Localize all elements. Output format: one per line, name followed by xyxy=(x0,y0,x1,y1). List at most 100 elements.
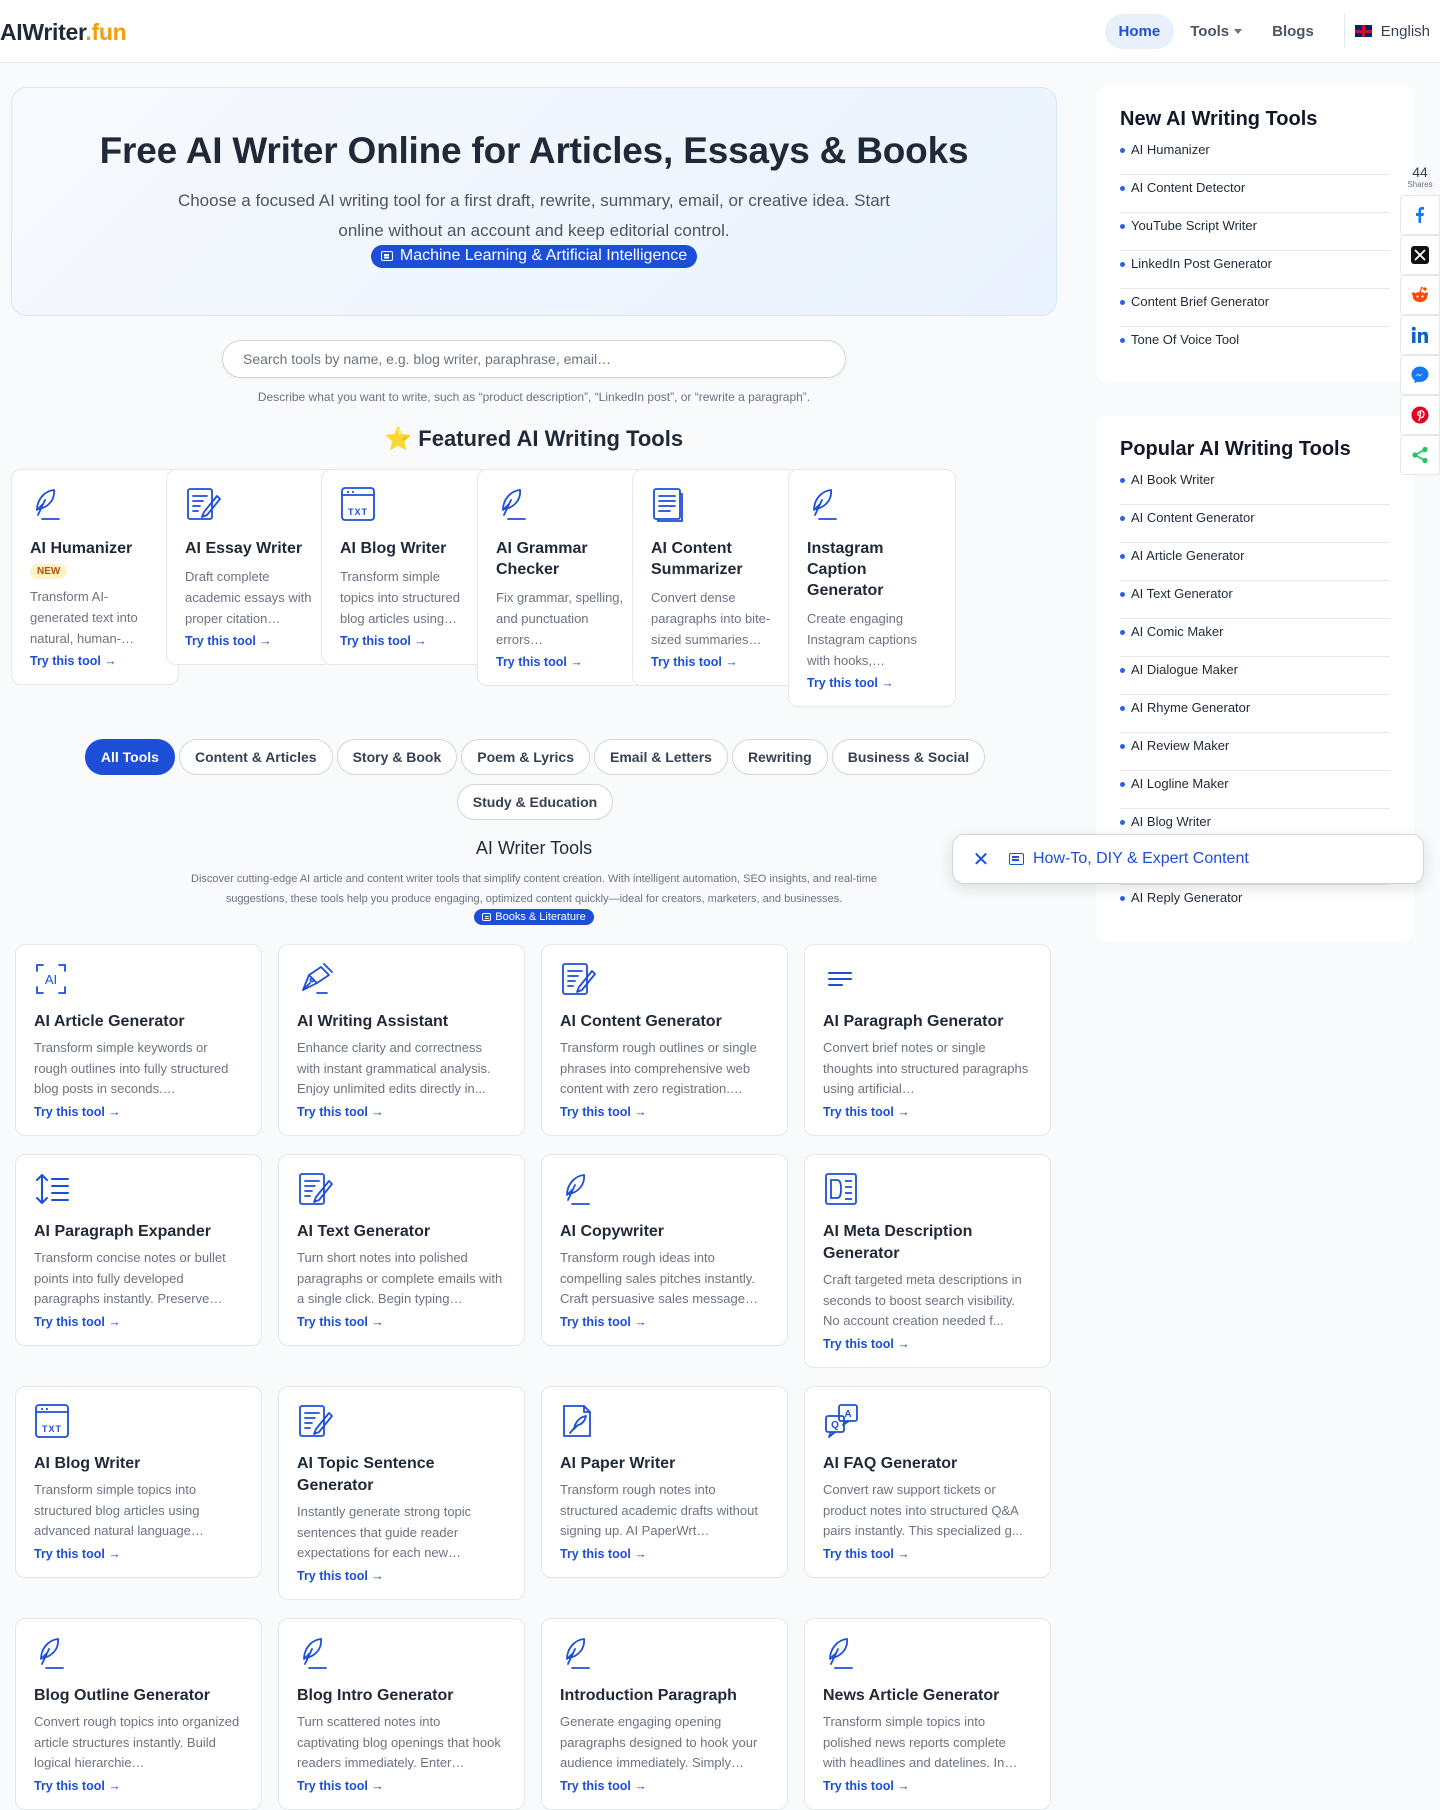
section-category-pill[interactable]: Books & Literature xyxy=(474,909,594,925)
filter-chip[interactable]: Email & Letters xyxy=(594,739,728,775)
try-tool-link[interactable]: Try this tool → xyxy=(807,676,937,690)
try-tool-link[interactable]: Try this tool → xyxy=(185,634,315,648)
try-tool-link[interactable]: Try this tool → xyxy=(340,634,470,648)
filter-chip[interactable]: Poem & Lyrics xyxy=(461,739,590,775)
quill-icon xyxy=(34,1635,243,1675)
language-selector[interactable]: English xyxy=(1354,23,1440,40)
nav-blogs[interactable]: Blogs xyxy=(1258,14,1328,49)
try-tool-link[interactable]: Try this tool → xyxy=(34,1105,243,1119)
tool-card[interactable]: A Q AI FAQ Generator Convert raw support ti… xyxy=(804,1386,1051,1578)
pinterest-icon[interactable] xyxy=(1400,395,1440,435)
try-tool-link[interactable]: Try this tool → xyxy=(496,655,626,669)
tool-card-title: AI Writing Assistant xyxy=(297,1013,449,1030)
tool-card[interactable]: AI Paper Writer Transform rough notes int… xyxy=(541,1386,788,1578)
tool-card[interactable]: Introduction Paragraph Generate engaging … xyxy=(541,1618,788,1810)
try-tool-link[interactable]: Try this tool → xyxy=(560,1105,769,1119)
nav-tools[interactable]: Tools xyxy=(1176,14,1256,49)
tool-card-description: Transform simple keywords or rough outli… xyxy=(34,1040,229,1096)
featured-card[interactable]: AI Humanizer NEW Transform AI-generated te… xyxy=(11,469,179,685)
tool-card-description: Instantly generate strong topic sentence… xyxy=(297,1504,472,1560)
facebook-icon[interactable] xyxy=(1400,195,1440,235)
filter-chip[interactable]: Rewriting xyxy=(731,739,828,775)
popular-tools-title: Popular AI Writing Tools xyxy=(1120,438,1351,460)
try-tool-link[interactable]: Try this tool → xyxy=(30,654,160,668)
nav-divider xyxy=(1343,14,1345,48)
sidebar-tool-link[interactable]: AI Humanizer xyxy=(1120,137,1390,175)
sidebar-tool-link[interactable]: AI Content Generator xyxy=(1120,505,1390,543)
chevron-down-icon xyxy=(1234,29,1243,35)
featured-card[interactable]: AI Grammar Checker Fix grammar, spelling,… xyxy=(477,469,645,686)
try-tool-link[interactable]: Try this tool → xyxy=(823,1779,1032,1793)
sidebar-tool-link[interactable]: Tone Of Voice Tool xyxy=(1120,327,1390,365)
sidebar-tool-link[interactable]: AI Reply Generator xyxy=(1120,885,1390,923)
sidebar-tool-link[interactable]: LinkedIn Post Generator xyxy=(1120,251,1390,289)
try-tool-link[interactable]: Try this tool → xyxy=(297,1105,506,1119)
reddit-icon[interactable] xyxy=(1400,275,1440,315)
filter-chip[interactable]: Story & Book xyxy=(336,739,458,775)
sidebar-tool-link[interactable]: AI Logline Maker xyxy=(1120,771,1390,809)
search-input[interactable] xyxy=(222,340,846,378)
try-tool-link[interactable]: Try this tool → xyxy=(823,1105,1032,1119)
tool-card[interactable]: AI Copywriter Transform rough ideas into … xyxy=(541,1154,788,1346)
featured-tools-carousel[interactable]: AI Humanizer NEW Transform AI-generated te… xyxy=(11,469,1057,709)
featured-card[interactable]: AI Content Summarizer Convert dense parag… xyxy=(632,469,800,686)
sidebar-tool-link[interactable]: AI Review Maker xyxy=(1120,733,1390,771)
sidebar-tool-link[interactable]: YouTube Script Writer xyxy=(1120,213,1390,251)
sidebar-tool-link[interactable]: Content Brief Generator xyxy=(1120,289,1390,327)
tool-card[interactable]: AI Meta Description Generator Craft targe… xyxy=(804,1154,1051,1368)
sidebar-tool-link[interactable]: AI Article Generator xyxy=(1120,543,1390,581)
sidebar-tool-link[interactable]: AI Content Detector xyxy=(1120,175,1390,213)
tool-card[interactable]: News Article Generator Transform simple t… xyxy=(804,1618,1051,1810)
sidebar-tool-link[interactable]: AI Book Writer xyxy=(1120,467,1390,505)
filter-chip[interactable]: Content & Articles xyxy=(178,739,333,775)
quill-icon xyxy=(560,1635,769,1675)
close-icon[interactable]: ✕ xyxy=(953,847,1009,872)
try-tool-link[interactable]: Try this tool → xyxy=(297,1569,506,1583)
tool-card[interactable]: AI Text Generator Turn short notes into p… xyxy=(278,1154,525,1346)
try-tool-link[interactable]: Try this tool → xyxy=(651,655,781,669)
sidebar-tool-link[interactable]: AI Rhyme Generator xyxy=(1120,695,1390,733)
featured-card[interactable]: Instagram Caption Generator Create engagi… xyxy=(788,469,956,707)
section-title: AI Writer Tools xyxy=(475,838,593,858)
tool-card[interactable]: AI Paragraph Expander Transform concise n… xyxy=(15,1154,262,1346)
sidebar-tool-link[interactable]: AI Comic Maker xyxy=(1120,619,1390,657)
category-pill[interactable]: Machine Learning & Artificial Intelligen… xyxy=(370,245,698,268)
try-tool-link[interactable]: Try this tool → xyxy=(823,1337,1032,1351)
messenger-icon[interactable] xyxy=(1400,355,1440,395)
tool-card-description: Craft targeted meta descriptions in seco… xyxy=(823,1272,1022,1328)
filter-chip[interactable]: All Tools xyxy=(84,739,175,775)
filter-chip[interactable]: Business & Social xyxy=(831,739,986,775)
filter-chip[interactable]: Study & Education xyxy=(456,784,614,820)
try-tool-link[interactable]: Try this tool → xyxy=(560,1315,769,1329)
tool-card[interactable]: AI Content Generator Transform rough outl… xyxy=(541,944,788,1136)
featured-card[interactable]: AI Essay Writer Draft complete academic e… xyxy=(166,469,334,665)
tool-card[interactable]: AI Topic Sentence Generator Instantly gen… xyxy=(278,1386,525,1600)
try-tool-link[interactable]: Try this tool → xyxy=(823,1547,1032,1561)
tool-card-title: AI Text Generator xyxy=(297,1223,431,1240)
try-tool-link[interactable]: Try this tool → xyxy=(34,1779,243,1793)
tool-card[interactable]: Blog Outline Generator Convert rough topi… xyxy=(15,1618,262,1810)
tool-card-title: Blog Intro Generator xyxy=(297,1687,454,1704)
share-icon[interactable] xyxy=(1400,435,1440,475)
toast-link[interactable]: How-To, DIY & Expert Content xyxy=(1009,850,1249,868)
linkedin-icon[interactable] xyxy=(1400,315,1440,355)
try-tool-link[interactable]: Try this tool → xyxy=(34,1315,243,1329)
try-tool-link[interactable]: Try this tool → xyxy=(560,1547,769,1561)
category-filters: All Tools Content & Articles Story & Book P… xyxy=(60,739,1010,829)
try-tool-link[interactable]: Try this tool → xyxy=(560,1779,769,1793)
try-tool-link[interactable]: Try this tool → xyxy=(297,1779,506,1793)
sidebar-tool-link[interactable]: AI Text Generator xyxy=(1120,581,1390,619)
featured-card[interactable]: TXT AI Blog Writer Transform simple topics… xyxy=(321,469,489,665)
x-icon[interactable] xyxy=(1400,235,1440,275)
tool-card[interactable]: AI AI Article Generator Transform simple k… xyxy=(15,944,262,1136)
nav-home[interactable]: Home xyxy=(1104,13,1175,49)
tool-card[interactable]: TXT AI Blog Writer Transform simple topics… xyxy=(15,1386,262,1578)
tool-card-title: AI Blog Writer xyxy=(34,1455,141,1472)
tool-card[interactable]: AI Writing Assistant Enhance clarity and … xyxy=(278,944,525,1136)
site-logo[interactable]: AIWriter.fun xyxy=(0,19,127,46)
tool-card[interactable]: Blog Intro Generator Turn scattered notes… xyxy=(278,1618,525,1810)
sidebar-tool-link[interactable]: AI Dialogue Maker xyxy=(1120,657,1390,695)
tool-card[interactable]: AI Paragraph Generator Convert brief note… xyxy=(804,944,1051,1136)
try-tool-link[interactable]: Try this tool → xyxy=(297,1315,506,1329)
try-tool-link[interactable]: Try this tool → xyxy=(34,1547,243,1561)
